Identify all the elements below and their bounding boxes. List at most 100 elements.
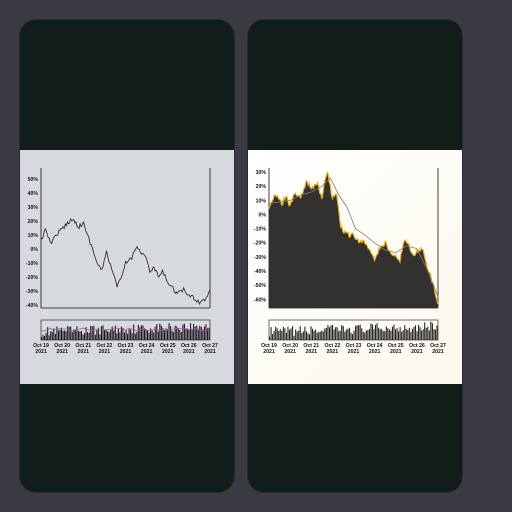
volume-bar [376,323,378,340]
volume-bar [59,329,61,340]
x-tick-label-year: 2021 [204,349,216,355]
volume-bar [100,326,102,340]
volume-bar [296,331,298,340]
volume-bar [200,326,202,340]
volume-bar [171,330,173,340]
volume-bar [133,324,135,340]
volume-bar [373,329,375,340]
volume-bar [114,325,116,340]
volume-bar [196,325,198,340]
y-tick-label: 20% [256,184,267,190]
volume-bar [394,329,397,340]
volume-bar [378,327,380,340]
volume-bar [188,329,190,340]
y-tick-label: 40% [28,191,39,197]
y-tick-label: -10% [254,227,266,233]
volume-bar [365,330,367,340]
y-tick-label: -10% [26,261,38,267]
volume-bar [183,323,185,340]
volume-bar [148,332,150,340]
volume-bar [163,330,165,340]
chart-panel-area: 30% 20% 10% 0% -10% -20% -30% -40% -50% -60% Oct 1… [248,150,462,384]
volume-bar [60,327,63,340]
volume-bar [433,329,435,340]
volume-bar [293,335,295,340]
volume-bar [425,327,427,340]
x-tick-label-year: 2021 [162,349,174,355]
volume-bar [316,332,318,340]
volume-bar [416,331,418,340]
volume-bar [57,330,59,340]
volume-bar [330,325,332,340]
volume-bar [335,327,337,340]
volume-bar [150,328,152,340]
y-tick-label: -40% [26,303,38,309]
volume-bar [302,331,304,340]
volume-bar [405,328,407,340]
volume-bar [312,328,314,340]
volume-bar [424,322,426,340]
y-tick-label: 50% [28,177,39,183]
volume-bar [156,324,158,340]
volume-bar [131,333,133,340]
x-tick-label-year: 2021 [263,349,275,355]
volume-bar [411,328,413,340]
volume-bar [147,330,149,340]
volume-bar [422,329,424,340]
volume-bar [108,332,110,340]
volume-bar [205,324,207,340]
volume-bar [120,326,122,340]
volume-bar [91,326,93,340]
volume-bar [42,334,44,340]
volume-bar [344,331,346,340]
volume-bar [127,333,129,340]
volume-bar [282,326,284,340]
volume-bar [295,329,297,340]
volume-bar [41,336,43,340]
volume-bar [364,332,366,340]
volume-bar [113,330,115,340]
x-tick-label-year: 2021 [77,349,89,355]
volume-bar [99,334,101,340]
x-tick-label-year: 2021 [348,349,360,355]
volume-bar [307,333,309,340]
volume-bar [284,328,286,340]
volume-bar [185,328,187,340]
volume-bar [384,331,386,340]
volume-bar [322,331,324,340]
volume-bar [65,331,67,340]
volume-bar [269,336,271,340]
volume-bar [356,325,358,340]
volume-bar [407,329,409,340]
volume-bar [336,327,338,340]
volume-bar [119,332,121,340]
volume-bar [74,329,76,340]
y-tick-label: 30% [28,205,39,211]
volume-bar [203,326,205,340]
volume-bar [287,326,289,340]
x-tick-label-year: 2021 [99,349,111,355]
y-tick-label: 10% [256,198,267,204]
volume-bar [308,334,311,340]
volume-bar [173,331,175,340]
volume-bar [136,332,138,340]
volume-bar [197,329,199,340]
volume-bar [347,328,349,340]
volume-bar [399,327,401,340]
x-tick-label-year: 2021 [35,349,47,355]
volume-bar [353,330,355,340]
area-chart: 30%20%10%0%-10%-20%-30%-40%-50%-60%Oct 1… [254,168,446,355]
volume-bar [50,331,52,340]
volume-bar [362,331,364,340]
y-tick-label: 30% [256,170,267,176]
volume-bar [97,327,99,340]
volume-bar [117,328,119,340]
volume-bar [351,334,354,340]
volume-bar [54,333,56,340]
volume-bar [299,326,301,340]
y-tick-label: 20% [28,219,39,225]
volume-bar [105,329,107,340]
volume-bar [385,326,387,340]
volume-bar [140,325,142,340]
volume-bar [292,326,294,340]
